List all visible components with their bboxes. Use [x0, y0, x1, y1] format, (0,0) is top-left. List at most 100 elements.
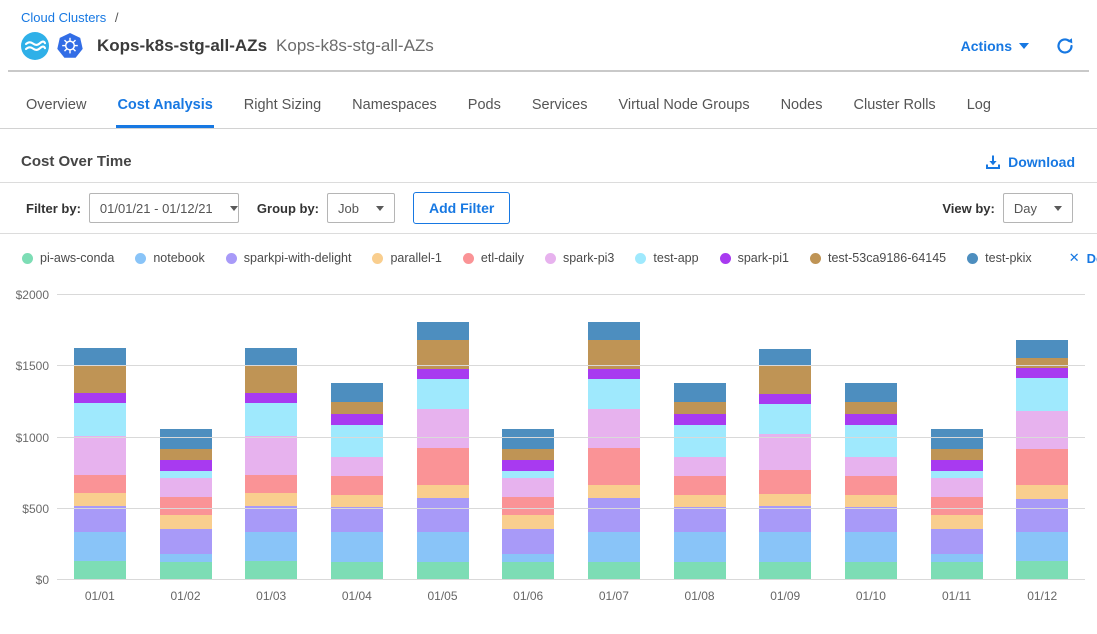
tab-pods[interactable]: Pods	[467, 86, 502, 128]
bar-segment-spark-pi1[interactable]	[588, 369, 640, 378]
breadcrumb-cloud-clusters-link[interactable]: Cloud Clusters	[21, 10, 106, 25]
tab-right-sizing[interactable]: Right Sizing	[243, 86, 322, 128]
bar-segment-test-app[interactable]	[931, 471, 983, 478]
bar-segment-test-app[interactable]	[160, 471, 212, 478]
bar-segment-parallel-1[interactable]	[331, 495, 383, 508]
legend-item-spark-pi3[interactable]: spark-pi3	[545, 251, 614, 265]
bar-segment-spark-pi1[interactable]	[331, 414, 383, 426]
tab-log[interactable]: Log	[966, 86, 992, 128]
bar-segment-notebook[interactable]	[845, 532, 897, 562]
legend-item-notebook[interactable]: notebook	[135, 251, 204, 265]
deselect-all-button[interactable]: ✕ Deselect All	[1069, 250, 1097, 266]
stacked-bar-01/01[interactable]	[74, 348, 126, 579]
bar-segment-parallel-1[interactable]	[759, 494, 811, 507]
bar-segment-spark-pi1[interactable]	[1016, 368, 1068, 378]
bar-segment-pi-aws-conda[interactable]	[931, 562, 983, 579]
bar-segment-test-app[interactable]	[588, 379, 640, 410]
bar-segment-test-53ca9186-64145[interactable]	[1016, 358, 1068, 368]
bar-segment-spark-pi3[interactable]	[331, 457, 383, 476]
bar-segment-parallel-1[interactable]	[1016, 485, 1068, 498]
bar-segment-spark-pi3[interactable]	[160, 478, 212, 497]
stacked-bar-01/11[interactable]	[931, 429, 983, 579]
bar-segment-pi-aws-conda[interactable]	[502, 562, 554, 579]
bar-segment-test-pkix[interactable]	[331, 383, 383, 401]
bar-segment-pi-aws-conda[interactable]	[417, 562, 469, 579]
bar-segment-test-pkix[interactable]	[1016, 340, 1068, 358]
bar-segment-test-pkix[interactable]	[417, 322, 469, 340]
bar-segment-sparkpi-with-delight[interactable]	[588, 498, 640, 532]
bar-segment-notebook[interactable]	[931, 554, 983, 562]
date-range-select[interactable]: 01/01/21 - 01/12/21	[89, 193, 239, 223]
bar-segment-test-pkix[interactable]	[845, 383, 897, 401]
stacked-bar-01/06[interactable]	[502, 429, 554, 579]
bar-segment-notebook[interactable]	[674, 532, 726, 562]
bar-segment-test-53ca9186-64145[interactable]	[245, 365, 297, 393]
bar-segment-etl-daily[interactable]	[759, 470, 811, 494]
bar-segment-test-pkix[interactable]	[502, 429, 554, 448]
bar-segment-spark-pi3[interactable]	[74, 436, 126, 475]
bar-segment-spark-pi1[interactable]	[417, 369, 469, 378]
bar-segment-spark-pi1[interactable]	[845, 414, 897, 426]
bar-segment-notebook[interactable]	[331, 532, 383, 562]
bar-segment-pi-aws-conda[interactable]	[674, 562, 726, 579]
bar-segment-test-pkix[interactable]	[74, 348, 126, 365]
bar-segment-parallel-1[interactable]	[245, 493, 297, 506]
bar-segment-sparkpi-with-delight[interactable]	[931, 529, 983, 554]
bar-segment-spark-pi3[interactable]	[845, 457, 897, 476]
stacked-bar-01/04[interactable]	[331, 383, 383, 579]
bar-segment-pi-aws-conda[interactable]	[588, 562, 640, 579]
bar-segment-etl-daily[interactable]	[674, 476, 726, 495]
bar-segment-test-app[interactable]	[417, 379, 469, 410]
tab-virtual-node-groups[interactable]: Virtual Node Groups	[617, 86, 750, 128]
tab-namespaces[interactable]: Namespaces	[351, 86, 438, 128]
bar-segment-spark-pi3[interactable]	[502, 478, 554, 497]
legend-item-parallel-1[interactable]: parallel-1	[372, 251, 441, 265]
bar-segment-sparkpi-with-delight[interactable]	[759, 506, 811, 532]
bar-segment-test-app[interactable]	[245, 403, 297, 435]
bar-segment-test-53ca9186-64145[interactable]	[931, 449, 983, 461]
bar-segment-sparkpi-with-delight[interactable]	[245, 506, 297, 532]
add-filter-button[interactable]: Add Filter	[413, 192, 510, 224]
bar-segment-pi-aws-conda[interactable]	[1016, 561, 1068, 579]
legend-item-test-pkix[interactable]: test-pkix	[967, 251, 1032, 265]
stacked-bar-01/08[interactable]	[674, 383, 726, 579]
refresh-icon[interactable]	[1055, 36, 1075, 56]
bar-segment-test-53ca9186-64145[interactable]	[674, 402, 726, 414]
bar-segment-etl-daily[interactable]	[931, 497, 983, 515]
bar-segment-spark-pi3[interactable]	[759, 434, 811, 469]
bar-segment-etl-daily[interactable]	[331, 476, 383, 495]
bar-segment-etl-daily[interactable]	[245, 475, 297, 494]
bar-segment-notebook[interactable]	[417, 532, 469, 562]
bar-segment-parallel-1[interactable]	[674, 495, 726, 508]
bar-segment-parallel-1[interactable]	[160, 515, 212, 528]
bar-segment-spark-pi3[interactable]	[931, 478, 983, 497]
bar-segment-pi-aws-conda[interactable]	[74, 561, 126, 579]
bar-segment-test-53ca9186-64145[interactable]	[502, 449, 554, 461]
bar-segment-test-53ca9186-64145[interactable]	[160, 449, 212, 461]
view-by-select[interactable]: Day	[1003, 193, 1073, 223]
bar-segment-notebook[interactable]	[588, 532, 640, 562]
group-by-select[interactable]: Job	[327, 193, 395, 223]
tab-cluster-rolls[interactable]: Cluster Rolls	[853, 86, 937, 128]
legend-item-pi-aws-conda[interactable]: pi-aws-conda	[22, 251, 114, 265]
bar-segment-parallel-1[interactable]	[845, 495, 897, 508]
bar-segment-test-app[interactable]	[1016, 378, 1068, 410]
bar-segment-notebook[interactable]	[759, 532, 811, 562]
bar-segment-pi-aws-conda[interactable]	[160, 562, 212, 579]
tab-services[interactable]: Services	[531, 86, 589, 128]
bar-segment-spark-pi3[interactable]	[674, 457, 726, 476]
bar-segment-etl-daily[interactable]	[160, 497, 212, 515]
bar-segment-spark-pi3[interactable]	[245, 436, 297, 475]
bar-segment-spark-pi1[interactable]	[502, 460, 554, 471]
bar-segment-pi-aws-conda[interactable]	[245, 561, 297, 579]
legend-item-spark-pi1[interactable]: spark-pi1	[720, 251, 789, 265]
bar-segment-spark-pi1[interactable]	[160, 460, 212, 471]
bar-segment-test-pkix[interactable]	[245, 348, 297, 365]
stacked-bar-01/05[interactable]	[417, 322, 469, 579]
bar-segment-sparkpi-with-delight[interactable]	[160, 529, 212, 554]
bar-segment-spark-pi3[interactable]	[417, 409, 469, 447]
bar-segment-sparkpi-with-delight[interactable]	[74, 506, 126, 532]
bar-segment-test-53ca9186-64145[interactable]	[759, 366, 811, 395]
legend-item-test-app[interactable]: test-app	[635, 251, 698, 265]
bar-segment-etl-daily[interactable]	[1016, 449, 1068, 485]
